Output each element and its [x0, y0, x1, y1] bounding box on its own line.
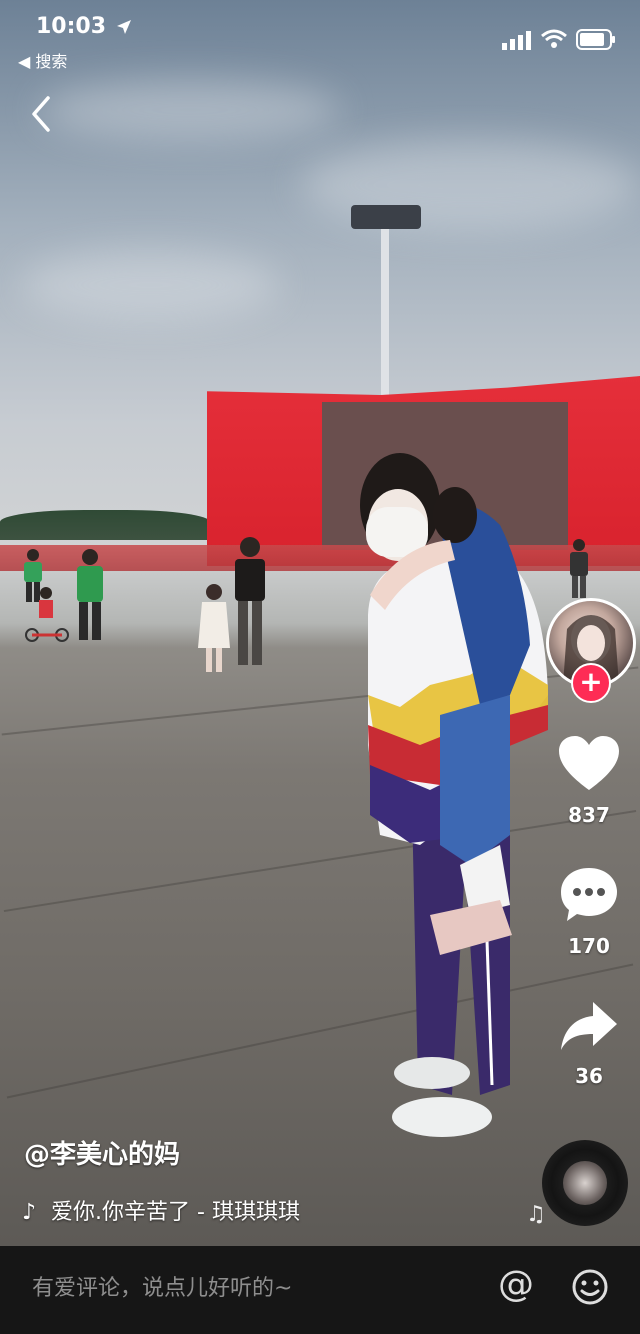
comment-button[interactable] [549, 864, 629, 928]
background-child [198, 584, 230, 672]
back-app-label: 搜索 [35, 52, 68, 71]
tricycle-child [25, 587, 69, 642]
chevron-left-icon[interactable] [26, 92, 60, 136]
music-title: 爱你.你辛苦了 - 琪琪琪琪 [51, 1200, 300, 1225]
like-count: 837 [568, 803, 610, 827]
main-subject [360, 453, 548, 1137]
at-sign-icon[interactable]: @ [498, 1264, 534, 1305]
light-tower-pole [381, 228, 389, 398]
light-tower-head [351, 205, 421, 229]
status-bar: 10:03 ◀ 搜索 [0, 0, 640, 71]
cloud [40, 80, 340, 140]
background-person [77, 549, 103, 640]
location-arrow-icon [116, 20, 131, 34]
smiley-icon[interactable] [571, 1268, 609, 1306]
tree-line [0, 510, 210, 540]
background-person [570, 539, 588, 598]
back-to-app-link[interactable]: ◀ 搜索 [18, 48, 67, 72]
time-text: 10:03 [36, 14, 107, 39]
comment-bubble-icon [561, 868, 617, 921]
share-arrow-icon [561, 1002, 617, 1050]
signal-icon [502, 31, 531, 50]
back-triangle-icon: ◀ [18, 52, 31, 71]
music-info[interactable]: ♪ 爱你.你辛苦了 - 琪琪琪琪 [22, 1194, 300, 1226]
battery-icon [576, 29, 615, 50]
cloud [20, 250, 280, 320]
share-button[interactable] [549, 998, 629, 1058]
status-time: 10:03 [36, 14, 132, 39]
follow-button[interactable]: + [571, 663, 611, 703]
heart-icon [559, 736, 619, 790]
follow-label: + [579, 665, 603, 698]
comment-input[interactable]: 有爱评论，说点儿好听的~ [32, 1270, 292, 1302]
author-name[interactable]: @李美心的妈 [24, 1134, 180, 1171]
like-button[interactable] [549, 734, 629, 798]
share-count: 36 [575, 1064, 603, 1088]
music-disc-cover [563, 1161, 607, 1205]
floating-music-note-icon: ♫ [526, 1202, 546, 1227]
comment-count: 170 [568, 934, 610, 958]
wifi-icon [541, 29, 567, 48]
video-player[interactable] [0, 0, 640, 1246]
music-note-icon: ♪ [22, 1200, 37, 1225]
background-person [235, 537, 265, 665]
